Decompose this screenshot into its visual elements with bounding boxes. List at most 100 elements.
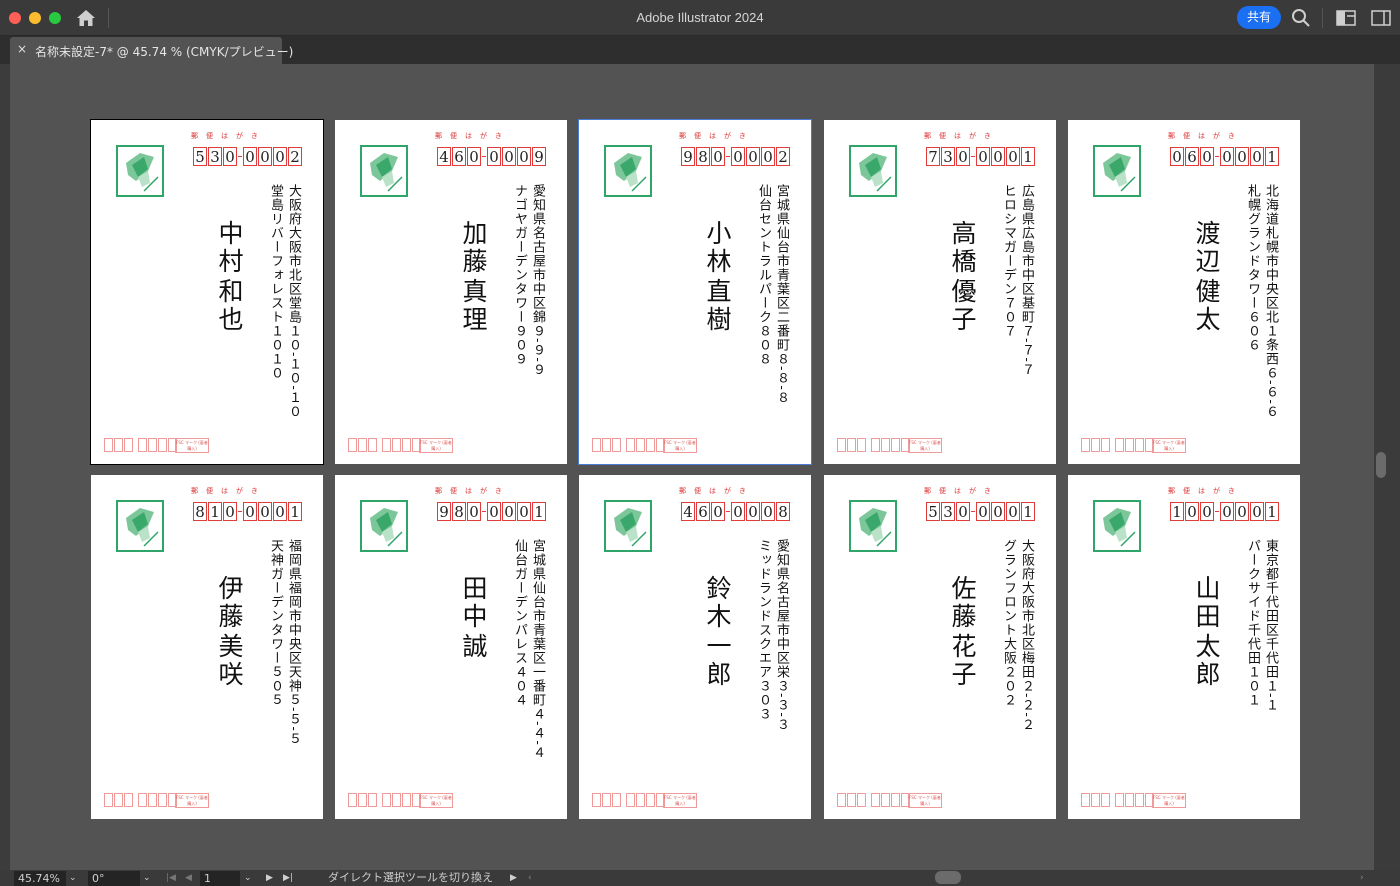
zip-digit: 1 bbox=[288, 502, 302, 521]
recipient-given-name: 花子 bbox=[948, 633, 977, 689]
vertical-scroll-thumb[interactable] bbox=[1376, 452, 1386, 478]
scroll-left-icon[interactable]: ‹ bbox=[528, 870, 532, 886]
address-line-2: ミッドランドスクエア３０３ bbox=[756, 539, 771, 721]
zip-digit: 0 bbox=[956, 147, 970, 166]
postcard-artboard[interactable]: 郵便はがき 8 1 0 0 0 0 1 福岡県福岡市中央区天神５‐５‐５ 天神ガーデンタワー５０５… bbox=[91, 475, 323, 819]
zip-digit: 8 bbox=[193, 502, 207, 521]
zip-divider bbox=[971, 511, 975, 512]
recipient-given-name: 誠 bbox=[459, 633, 488, 661]
postcard-artboard[interactable]: 郵便はがき 0 6 0 0 0 0 1 北海道札幌市中央区北１条西６‐６‐６ 札幌グランドタワー６… bbox=[1068, 120, 1300, 464]
postage-stamp-icon bbox=[849, 500, 897, 552]
document-tab[interactable]: × 名称未設定-7* @ 45.74 % (CMYK/プレビュー) bbox=[10, 37, 293, 64]
zoom-input[interactable]: 45.74% bbox=[14, 871, 66, 886]
recipient-family-name: 佐藤 bbox=[948, 575, 977, 631]
rotation-input[interactable]: 0° bbox=[88, 871, 140, 886]
zip-digit: 0 bbox=[731, 147, 745, 166]
sender-postal-boxes bbox=[348, 793, 422, 807]
zip-divider bbox=[482, 156, 486, 157]
panels-icon[interactable] bbox=[1371, 10, 1391, 26]
first-artboard-icon[interactable]: |◀ bbox=[166, 870, 176, 886]
postcard-artboard[interactable]: 郵便はがき 5 3 0 0 0 0 2 大阪府大阪市北区堂島１０‐１０‐１０ 堂島リバーフォレスト… bbox=[90, 119, 324, 465]
zip-digit: 0 bbox=[956, 502, 970, 521]
zip-digit: 0 bbox=[991, 502, 1005, 521]
recipient-given-name: 太郎 bbox=[1192, 633, 1221, 689]
zip-digit: 0 bbox=[487, 147, 501, 166]
artboard-dropdown-icon[interactable]: ⌄ bbox=[244, 870, 252, 886]
recipient-given-name: 真理 bbox=[459, 278, 488, 334]
scroll-right-icon[interactable]: › bbox=[1360, 870, 1364, 886]
zip-digit: 6 bbox=[452, 147, 466, 166]
document-tab-label: 名称未設定-7* @ 45.74 % (CMYK/プレビュー) bbox=[35, 45, 294, 59]
postcard-header: 郵便はがき bbox=[435, 132, 510, 140]
zip-digit: 0 bbox=[502, 502, 516, 521]
zip-divider bbox=[238, 511, 242, 512]
address-line-1: 北海道札幌市中央区北１条西６‐６‐６ bbox=[1263, 184, 1278, 419]
workspace-switcher-icon[interactable] bbox=[1336, 10, 1356, 26]
fsc-mark: FSC マーク (裏者購入) bbox=[175, 438, 209, 453]
share-button[interactable]: 共有 bbox=[1237, 6, 1281, 29]
postcard-header: 郵便はがき bbox=[191, 487, 266, 495]
zip-digit: 0 bbox=[517, 502, 531, 521]
postcard-artboard[interactable]: 郵便はがき 4 6 0 0 0 0 8 愛知県名古屋市中区栄３‐３‐３ ミッドランドスクエア３０３… bbox=[579, 475, 811, 819]
zip-digit: 6 bbox=[1185, 147, 1199, 166]
zip-digit: 0 bbox=[273, 502, 287, 521]
postage-stamp-icon bbox=[116, 500, 164, 552]
postcard-artboard[interactable]: 郵便はがき 7 3 0 0 0 0 1 広島県広島市中区基町７‐７‐７ ヒロシマガーデン７０７ 高橋… bbox=[824, 120, 1056, 464]
close-tab-icon[interactable]: × bbox=[17, 42, 27, 56]
zip-digit: 0 bbox=[1185, 502, 1199, 521]
status-message: ダイレクト選択ツールを切り換え bbox=[328, 871, 493, 884]
postcard-artboard[interactable]: 郵便はがき 5 3 0 0 0 0 1 大阪府大阪市北区梅田２‐２‐２ グランフロント大阪２０２ 佐… bbox=[824, 475, 1056, 819]
postcard-header: 郵便はがき bbox=[924, 487, 999, 495]
zip-digit: 0 bbox=[1250, 147, 1264, 166]
zip-digit: 0 bbox=[243, 147, 257, 166]
postage-stamp-icon bbox=[116, 145, 164, 197]
zip-digit: 2 bbox=[776, 147, 790, 166]
zip-digit: 0 bbox=[223, 147, 237, 166]
previous-artboard-icon[interactable]: ◀ bbox=[185, 870, 192, 886]
toolbar-divider bbox=[1322, 8, 1323, 28]
horizontal-scroll-thumb[interactable] bbox=[935, 871, 961, 884]
address-line-1: 福岡県福岡市中央区天神５‐５‐５ bbox=[286, 539, 301, 746]
next-artboard-icon[interactable]: ▶ bbox=[266, 870, 273, 886]
zip-digit: 0 bbox=[731, 502, 745, 521]
zoom-dropdown-icon[interactable]: ⌄ bbox=[69, 870, 77, 886]
zip-digit: 0 bbox=[1235, 502, 1249, 521]
zip-digit: 5 bbox=[926, 502, 940, 521]
zip-digit: 1 bbox=[1170, 502, 1184, 521]
address-line-1: 宮城県仙台市青葉区二番町８‐８‐８ bbox=[774, 184, 789, 405]
zip-divider bbox=[482, 511, 486, 512]
recipient-family-name: 中村 bbox=[215, 220, 244, 276]
postcard-artboard[interactable]: 郵便はがき 1 0 0 0 0 0 1 東京都千代田区千代田１‐１ パークサイド千代田１０１ 山田 F… bbox=[1068, 475, 1300, 819]
postal-code-boxes: 5300001 bbox=[926, 502, 1036, 521]
address-line-1: 大阪府大阪市北区梅田２‐２‐２ bbox=[1019, 539, 1034, 732]
zip-digit: 0 bbox=[1006, 147, 1020, 166]
status-menu-icon[interactable]: ▶ bbox=[510, 870, 517, 886]
fsc-mark: FSC マーク (裏者購入) bbox=[908, 438, 942, 453]
artboard-number-input[interactable]: 1 bbox=[200, 871, 240, 886]
postcard-header: 郵便はがき bbox=[435, 487, 510, 495]
recipient-family-name: 山田 bbox=[1192, 575, 1221, 631]
sender-postal-boxes bbox=[348, 438, 422, 452]
zip-digit: 9 bbox=[437, 502, 451, 521]
zip-digit: 0 bbox=[976, 147, 990, 166]
fsc-mark: FSC マーク (裏者購入) bbox=[908, 793, 942, 808]
rotation-dropdown-icon[interactable]: ⌄ bbox=[143, 870, 151, 886]
address-line-1: 愛知県名古屋市中区栄３‐３‐３ bbox=[774, 539, 789, 732]
zip-digit: 0 bbox=[711, 502, 725, 521]
zip-digit: 8 bbox=[452, 502, 466, 521]
zip-digit: 4 bbox=[437, 147, 451, 166]
postcard-artboard[interactable]: 郵便はがき 9 8 0 0 0 0 2 宮城県仙台市青葉区二番町８‐８‐８ 仙台セントラルパーク８… bbox=[578, 119, 812, 465]
postcard-artboard[interactable]: 郵便はがき 4 6 0 0 0 0 9 愛知県名古屋市中区錦９‐９‐９ ナゴヤガーデンタワー９０９… bbox=[335, 120, 567, 464]
title-bar: Adobe Illustrator 2024 共有 bbox=[0, 0, 1400, 36]
fsc-mark: FSC マーク (裏者購入) bbox=[1152, 438, 1186, 453]
recipient-family-name: 小林 bbox=[703, 220, 732, 276]
fsc-mark: FSC マーク (裏者購入) bbox=[663, 438, 697, 453]
postcard-artboard[interactable]: 郵便はがき 9 8 0 0 0 0 1 宮城県仙台市青葉区一番町４‐４‐４ 仙台ガーデンパレス４０… bbox=[335, 475, 567, 819]
search-icon[interactable] bbox=[1291, 8, 1311, 28]
postage-stamp-icon bbox=[360, 500, 408, 552]
sender-postal-boxes bbox=[592, 793, 666, 807]
last-artboard-icon[interactable]: ▶| bbox=[283, 870, 293, 886]
zip-digit: 0 bbox=[761, 502, 775, 521]
sender-postal-boxes bbox=[104, 438, 178, 452]
fsc-mark: FSC マーク (裏者購入) bbox=[175, 793, 209, 808]
